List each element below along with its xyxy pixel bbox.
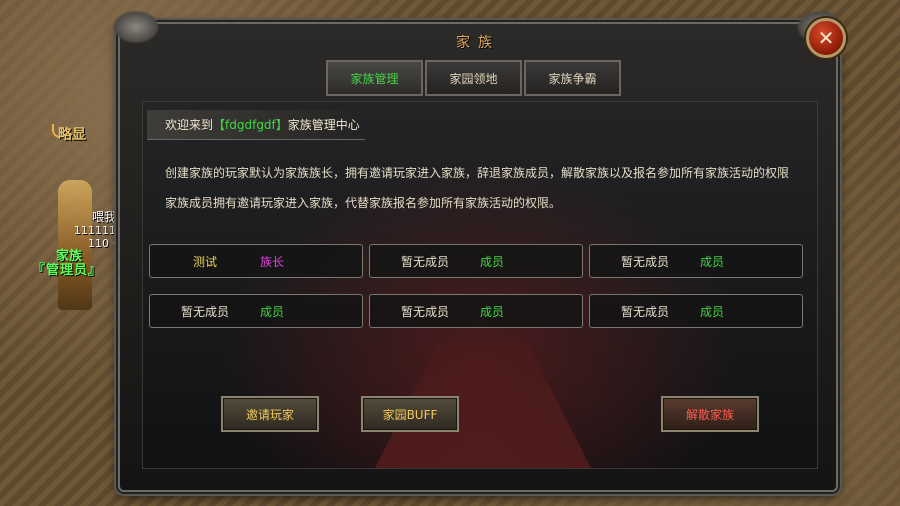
member-name: 暂无成员 xyxy=(180,304,229,319)
family-window: 家族 ✕ 家族管理 家园领地 家族争霸 欢迎来到 【fdgdfgdf】 家族管理… xyxy=(112,10,846,492)
close-button[interactable]: ✕ xyxy=(806,18,846,58)
member-slot[interactable]: 测试 族长 xyxy=(149,244,363,278)
world-hint-text: 略显 xyxy=(58,127,86,143)
member-slot[interactable]: 暂无成员 成员 xyxy=(149,294,363,328)
welcome-prefix: 欢迎来到 xyxy=(165,118,214,132)
tab-label: 家园领地 xyxy=(449,71,498,86)
member-role: 成员 xyxy=(260,304,285,319)
member-name: 测试 xyxy=(192,254,217,269)
member-slot[interactable]: 暂无成员 成员 xyxy=(369,244,583,278)
member-slot[interactable]: 暂无成员 成员 xyxy=(589,244,803,278)
member-role: 成员 xyxy=(700,254,725,269)
close-icon: ✕ xyxy=(817,26,835,50)
tab-label: 家族管理 xyxy=(350,71,399,86)
welcome-suffix: 家族管理中心 xyxy=(287,118,360,132)
description-line-2: 家族成员拥有邀请玩家进入家族，代替家族报名参加所有家族活动的权限。 xyxy=(165,196,562,210)
member-role: 成员 xyxy=(480,304,505,319)
tab-home-territory[interactable]: 家园领地 xyxy=(425,60,522,96)
tab-label: 家族争霸 xyxy=(548,71,597,86)
member-slot[interactable]: 暂无成员 成员 xyxy=(369,294,583,328)
member-role: 成员 xyxy=(700,304,725,319)
window-title-bar[interactable]: 家族 xyxy=(120,24,836,60)
tab-family-war[interactable]: 家族争霸 xyxy=(524,60,621,96)
member-slot[interactable]: 暂无成员 成员 xyxy=(589,294,803,328)
welcome-banner: 欢迎来到 【fdgdfgdf】 家族管理中心 xyxy=(147,110,365,140)
family-management-panel: 欢迎来到 【fdgdfgdf】 家族管理中心 创建家族的玩家默认为家族族长，拥有… xyxy=(142,101,818,469)
tab-family-management[interactable]: 家族管理 xyxy=(326,60,423,96)
window-title: 家族 xyxy=(456,35,500,51)
member-name: 暂无成员 xyxy=(620,304,669,319)
invite-player-button[interactable]: 邀请玩家 xyxy=(221,396,319,432)
family-name: 【fdgdfgdf】 xyxy=(213,118,288,132)
member-name: 暂无成员 xyxy=(620,254,669,269)
member-role: 成员 xyxy=(480,254,505,269)
disband-family-button[interactable]: 解散家族 xyxy=(661,396,759,432)
member-name: 暂无成员 xyxy=(400,304,449,319)
description-line-1: 创建家族的玩家默认为家族族长，拥有邀请玩家进入家族，辞退家族成员，解散家族以及报… xyxy=(165,166,790,180)
tab-bar: 家族管理 家园领地 家族争霸 xyxy=(326,60,621,96)
member-grid: 测试 族长 暂无成员 成员 暂无成员 成员 暂无成员 成员 暂无成员 成员 暂无… xyxy=(149,244,805,328)
npc-role-tag: 『管理员』 xyxy=(32,263,103,278)
member-role: 族长 xyxy=(260,254,285,269)
member-name: 暂无成员 xyxy=(400,254,449,269)
home-buff-button[interactable]: 家园BUFF xyxy=(361,396,459,432)
